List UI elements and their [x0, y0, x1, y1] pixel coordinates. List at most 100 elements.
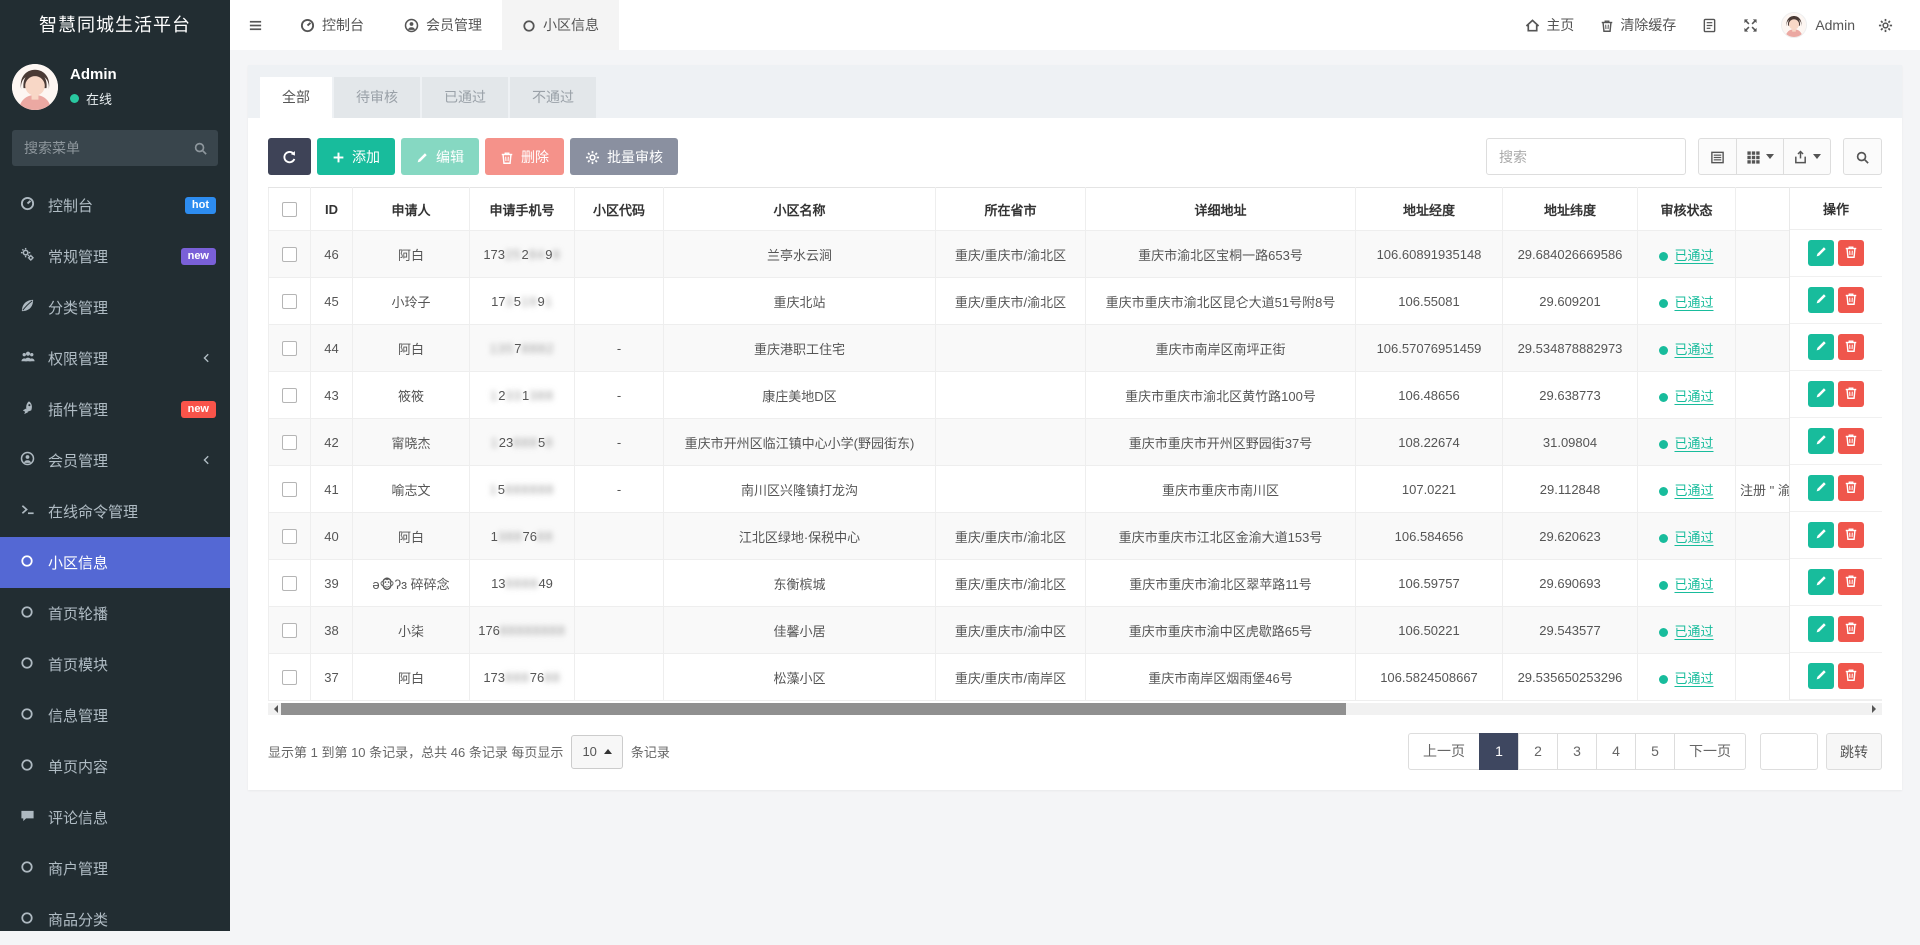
sidebar-item-14[interactable]: 商品分类	[0, 894, 230, 945]
menu-toggle-button[interactable]	[230, 0, 280, 50]
tab-pending[interactable]: 待审核	[334, 77, 420, 118]
row-delete-button[interactable]	[1838, 334, 1864, 360]
status-link[interactable]: 已通过	[1674, 342, 1713, 357]
col-status[interactable]: 审核状态	[1638, 188, 1736, 231]
page-button-5[interactable]: 5	[1635, 733, 1675, 770]
tab-approved[interactable]: 已通过	[422, 77, 508, 118]
row-edit-button[interactable]	[1808, 522, 1834, 548]
row-delete-button[interactable]	[1838, 428, 1864, 454]
row-delete-button[interactable]	[1838, 240, 1864, 266]
row-checkbox[interactable]	[282, 529, 297, 544]
scroll-right-arrow-icon[interactable]	[1872, 705, 1880, 713]
row-delete-button[interactable]	[1838, 569, 1864, 595]
batch-review-button[interactable]: 批量审核	[570, 138, 678, 175]
row-delete-button[interactable]	[1838, 287, 1864, 313]
row-edit-button[interactable]	[1808, 287, 1834, 313]
page-button-1[interactable]: 1	[1479, 733, 1519, 770]
row-checkbox[interactable]	[282, 341, 297, 356]
edit-button[interactable]: 编辑	[401, 138, 479, 175]
search-icon[interactable]	[193, 139, 208, 156]
status-link[interactable]: 已通过	[1674, 577, 1713, 592]
sidebar-item-10[interactable]: 信息管理	[0, 690, 230, 741]
row-edit-button[interactable]	[1808, 663, 1834, 689]
row-checkbox[interactable]	[282, 670, 297, 685]
row-checkbox[interactable]	[282, 247, 297, 262]
row-delete-button[interactable]	[1838, 381, 1864, 407]
page-button-3[interactable]: 3	[1557, 733, 1597, 770]
row-edit-button[interactable]	[1808, 569, 1834, 595]
col-id[interactable]: ID	[311, 188, 353, 231]
row-edit-button[interactable]	[1808, 381, 1834, 407]
detail-view-button[interactable]	[1698, 138, 1737, 175]
row-edit-button[interactable]	[1808, 616, 1834, 642]
tab-rejected[interactable]: 不通过	[510, 77, 596, 118]
page-size-dropdown[interactable]: 10	[571, 735, 622, 769]
row-edit-button[interactable]	[1808, 475, 1834, 501]
status-link[interactable]: 已通过	[1674, 530, 1713, 545]
settings-button[interactable]	[1865, 17, 1906, 34]
row-delete-button[interactable]	[1838, 475, 1864, 501]
row-delete-button[interactable]	[1838, 663, 1864, 689]
delete-button[interactable]: 删除	[485, 138, 564, 175]
col-lng[interactable]: 地址经度	[1356, 188, 1503, 231]
row-edit-button[interactable]	[1808, 428, 1834, 454]
row-checkbox[interactable]	[282, 576, 297, 591]
status-link[interactable]: 已通过	[1674, 248, 1713, 263]
col-region[interactable]: 所在省市	[936, 188, 1086, 231]
col-phone[interactable]: 申请手机号	[470, 188, 575, 231]
sidebar-item-8[interactable]: 首页轮播	[0, 588, 230, 639]
row-checkbox[interactable]	[282, 623, 297, 638]
topnav-dashboard[interactable]: 控制台	[280, 0, 384, 50]
status-link[interactable]: 已通过	[1674, 389, 1713, 404]
next-page-button[interactable]: 下一页	[1674, 733, 1746, 770]
home-link[interactable]: 主页	[1512, 0, 1587, 50]
sidebar-item-0[interactable]: 控制台hot	[0, 180, 230, 231]
col-applicant[interactable]: 申请人	[353, 188, 470, 231]
prev-page-button[interactable]: 上一页	[1408, 733, 1480, 770]
row-edit-button[interactable]	[1808, 334, 1834, 360]
row-edit-button[interactable]	[1808, 240, 1834, 266]
jump-button[interactable]: 跳转	[1826, 733, 1882, 770]
sidebar-item-3[interactable]: 权限管理	[0, 333, 230, 384]
tab-all[interactable]: 全部	[260, 77, 332, 118]
row-checkbox[interactable]	[282, 482, 297, 497]
user-menu[interactable]: Admin	[1771, 12, 1865, 38]
scrollbar-thumb[interactable]	[281, 703, 1346, 715]
sidebar-item-2[interactable]: 分类管理	[0, 282, 230, 333]
language-button[interactable]	[1689, 17, 1730, 34]
sidebar-search-input[interactable]	[12, 130, 218, 166]
row-delete-button[interactable]	[1838, 616, 1864, 642]
row-checkbox[interactable]	[282, 435, 297, 450]
sidebar-item-5[interactable]: 会员管理	[0, 435, 230, 486]
status-link[interactable]: 已通过	[1674, 624, 1713, 639]
sidebar-item-9[interactable]: 首页模块	[0, 639, 230, 690]
page-button-2[interactable]: 2	[1518, 733, 1558, 770]
sidebar-item-13[interactable]: 商户管理	[0, 843, 230, 894]
sidebar-item-4[interactable]: 插件管理new	[0, 384, 230, 435]
row-checkbox[interactable]	[282, 294, 297, 309]
sidebar-item-12[interactable]: 评论信息	[0, 792, 230, 843]
col-address[interactable]: 详细地址	[1086, 188, 1356, 231]
topnav-members[interactable]: 会员管理	[384, 0, 502, 50]
export-button[interactable]	[1784, 138, 1831, 175]
row-delete-button[interactable]	[1838, 522, 1864, 548]
sidebar-item-1[interactable]: 常规管理new	[0, 231, 230, 282]
select-all-checkbox[interactable]	[282, 202, 297, 217]
search-button[interactable]	[1843, 138, 1882, 175]
columns-button[interactable]	[1737, 138, 1784, 175]
sidebar-item-11[interactable]: 单页内容	[0, 741, 230, 792]
avatar[interactable]	[12, 64, 58, 110]
status-link[interactable]: 已通过	[1674, 436, 1713, 451]
horizontal-scrollbar[interactable]	[268, 703, 1882, 715]
topnav-community-info[interactable]: 小区信息	[502, 0, 619, 50]
status-link[interactable]: 已通过	[1674, 671, 1713, 686]
jump-page-input[interactable]	[1760, 733, 1818, 770]
sidebar-item-6[interactable]: 在线命令管理	[0, 486, 230, 537]
table-search-input[interactable]	[1486, 138, 1686, 175]
row-checkbox[interactable]	[282, 388, 297, 403]
status-link[interactable]: 已通过	[1674, 295, 1713, 310]
col-lat[interactable]: 地址纬度	[1503, 188, 1638, 231]
col-code[interactable]: 小区代码	[575, 188, 664, 231]
clear-cache-link[interactable]: 清除缓存	[1587, 0, 1689, 50]
sidebar-item-7[interactable]: 小区信息	[0, 537, 230, 588]
